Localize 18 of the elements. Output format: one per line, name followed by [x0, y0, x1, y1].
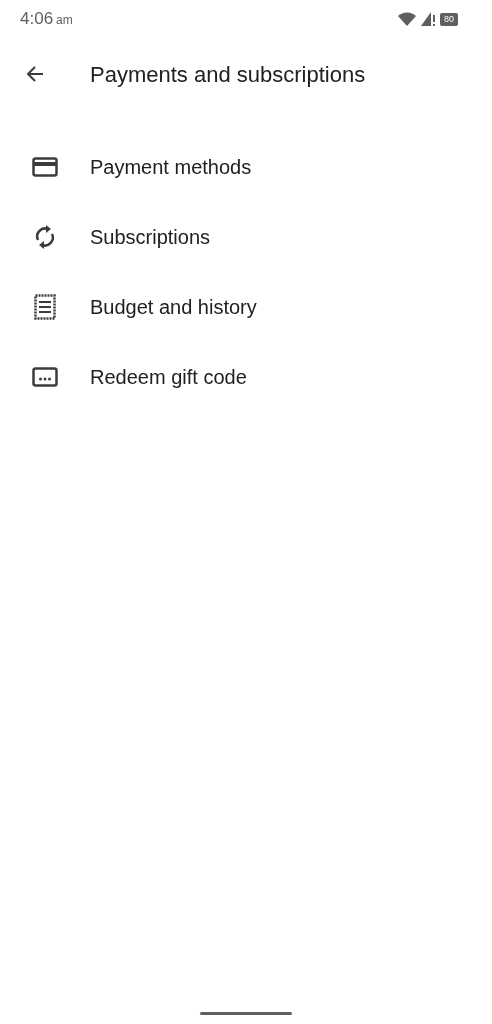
menu-item[interactable]: Redeem gift code — [0, 342, 492, 412]
menu-item-label: Budget and history — [90, 295, 257, 320]
battery-indicator: 80 — [440, 12, 458, 26]
wifi-icon — [398, 12, 416, 26]
credit-card-icon — [32, 157, 58, 177]
menu-item-label: Payment methods — [90, 155, 252, 180]
menu-item-label: Subscriptions — [90, 225, 211, 250]
menu-item-label: Redeem gift code — [90, 365, 247, 390]
page-title: Payments and subscriptions — [90, 60, 366, 89]
menu-item[interactable]: Budget and history — [0, 272, 492, 342]
signal-icon — [421, 12, 435, 26]
menu-item[interactable]: Payment methods — [0, 132, 492, 202]
menu-item[interactable]: Subscriptions — [0, 202, 492, 272]
sync-icon — [34, 224, 56, 250]
clock-period: am — [56, 12, 73, 30]
dots-box-icon — [32, 367, 58, 387]
receipt-icon — [34, 294, 56, 320]
clock-time: 4:06 — [20, 8, 54, 31]
